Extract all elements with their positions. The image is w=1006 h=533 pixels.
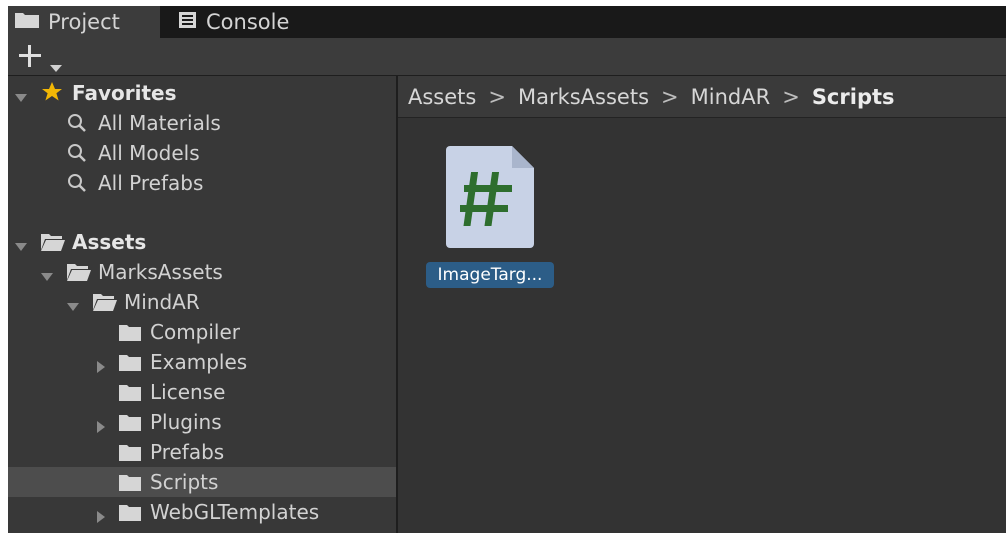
tree-item-scripts[interactable]: Scripts — [8, 467, 396, 497]
tab-console[interactable]: Console — [170, 6, 289, 38]
breadcrumb: Assets > MarksAssets > MindAR > Scripts — [398, 76, 1006, 118]
expanded-arrow-icon[interactable] — [14, 86, 28, 102]
tab-project[interactable]: Project — [8, 6, 160, 38]
tree-item-label: License — [150, 380, 226, 404]
folder-icon — [118, 473, 142, 497]
tab-label: Project — [48, 10, 120, 34]
breadcrumb-item[interactable]: MarksAssets — [518, 85, 649, 109]
folder-icon — [118, 443, 142, 467]
open-folder-icon — [40, 232, 66, 257]
search-icon — [66, 142, 88, 169]
collapsed-arrow-icon[interactable] — [94, 415, 108, 433]
toolbar — [8, 38, 1006, 76]
tree-item-label: Assets — [72, 230, 147, 254]
breadcrumb-item[interactable]: Assets — [408, 85, 476, 109]
favorite-item-label: All Materials — [98, 111, 221, 135]
chevron-right-icon: > — [782, 84, 800, 109]
asset-browser: Assets > MarksAssets > MindAR > Scripts — [398, 76, 1006, 533]
tree-item-label: MindAR — [124, 290, 200, 314]
tree-item-label: Compiler — [150, 320, 241, 344]
tree-item-label: Prefabs — [150, 440, 225, 464]
open-folder-icon — [66, 262, 92, 287]
tree-item-label: Plugins — [150, 410, 222, 434]
folder-icon — [118, 413, 142, 437]
favorites-label: Favorites — [72, 81, 177, 105]
tree-item-label: Examples — [150, 350, 248, 374]
folder-icon — [118, 503, 142, 527]
folder-icon — [118, 323, 142, 347]
asset-tile[interactable]: ImageTarg... — [426, 144, 554, 304]
folder-icon — [118, 353, 142, 377]
tab-label: Console — [206, 10, 290, 34]
tab-bar: Project Console — [8, 6, 1006, 38]
tree-item-label: Scripts — [150, 470, 219, 494]
tree-item-label: MarksAssets — [98, 260, 223, 284]
folder-icon — [14, 10, 40, 34]
collapsed-arrow-icon[interactable] — [94, 505, 108, 523]
breadcrumb-item[interactable]: MindAR — [691, 85, 771, 109]
search-icon — [66, 112, 88, 139]
favorite-item-label: All Models — [98, 141, 200, 165]
expanded-arrow-icon[interactable] — [14, 235, 28, 251]
project-window: Project Console Favorites All Materials … — [8, 6, 1006, 533]
star-icon — [40, 80, 64, 109]
open-folder-icon — [92, 292, 118, 317]
collapsed-arrow-icon[interactable] — [94, 355, 108, 373]
csharp-script-icon — [444, 144, 536, 255]
expanded-arrow-icon[interactable] — [40, 265, 54, 281]
search-icon — [66, 172, 88, 199]
project-tree-panel: Favorites All Materials All Models All P… — [8, 76, 398, 533]
folder-icon — [118, 383, 142, 407]
chevron-right-icon: > — [661, 84, 679, 109]
caret-down-icon[interactable] — [50, 54, 62, 78]
console-icon — [178, 10, 198, 34]
tree-item-label: WebGLTemplates — [150, 500, 320, 524]
breadcrumb-item[interactable]: Scripts — [812, 85, 895, 109]
favorite-item-label: All Prefabs — [98, 171, 204, 195]
plus-icon[interactable] — [16, 42, 44, 75]
chevron-right-icon: > — [488, 84, 506, 109]
expanded-arrow-icon[interactable] — [66, 295, 80, 311]
asset-label[interactable]: ImageTarg... — [426, 262, 554, 288]
